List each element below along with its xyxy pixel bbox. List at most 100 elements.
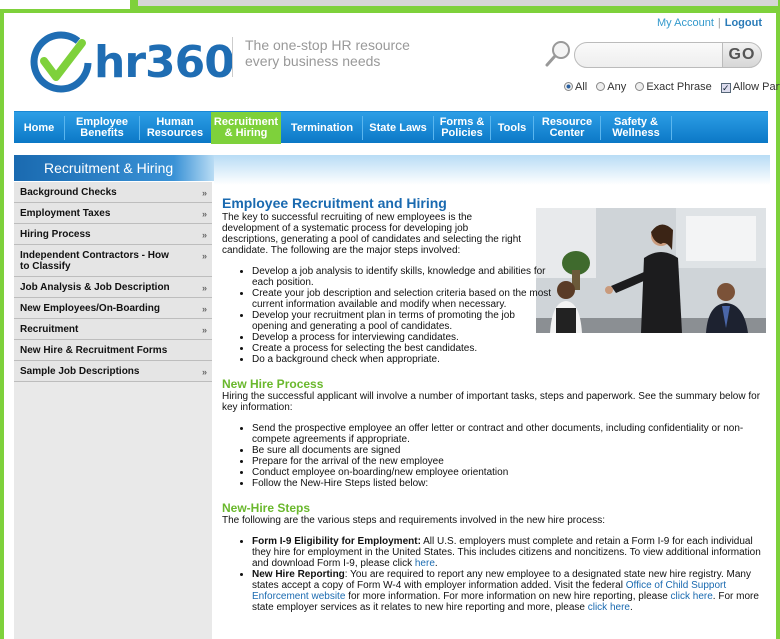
sidebar-item-job-analysis[interactable]: Job Analysis & Job Description » bbox=[14, 277, 212, 298]
chevron-right-icon: » bbox=[201, 367, 207, 377]
top-strip bbox=[130, 0, 780, 9]
main-content: Employee Recruitment and Hiring The key … bbox=[222, 195, 770, 613]
search-options: All Any Exact Phrase ✓Allow Partial bbox=[564, 81, 780, 93]
site-header: My Account | Logout hr360 The one-stop HR … bbox=[4, 13, 780, 113]
go-button[interactable]: GO bbox=[722, 42, 762, 68]
tagline: The one-stop HR resource every business … bbox=[232, 37, 442, 77]
form-i9-period: . bbox=[434, 558, 438, 569]
nav-state-laws[interactable]: State Laws bbox=[363, 112, 433, 144]
nav-resource-center[interactable]: Resource Center bbox=[534, 112, 600, 144]
chevron-right-icon: » bbox=[201, 230, 207, 240]
option-any[interactable]: Any bbox=[596, 81, 626, 93]
sidebar-item-background-checks[interactable]: Background Checks » bbox=[14, 182, 212, 203]
list-item: Develop your recruitment plan in terms o… bbox=[252, 310, 552, 332]
chevron-right-icon: » bbox=[201, 251, 207, 261]
option-any-label: Any bbox=[607, 81, 627, 93]
new-hire-process-heading: New Hire Process bbox=[222, 377, 324, 391]
list-item: Create a process for selecting the best … bbox=[252, 343, 552, 354]
nav-recruitment-hiring[interactable]: Recruitment & Hiring bbox=[211, 112, 281, 144]
nav-label-line2: & Hiring bbox=[224, 127, 268, 139]
option-exact[interactable]: Exact Phrase bbox=[635, 81, 712, 93]
sidebar-item-employment-taxes[interactable]: Employment Taxes » bbox=[14, 203, 212, 224]
new-hire-steps-list: Form I-9 Eligibility for Employment: All… bbox=[252, 536, 770, 613]
hr360-logo[interactable]: hr360 bbox=[26, 31, 235, 93]
chevron-right-icon: » bbox=[201, 325, 207, 335]
form-i9-title: Form I-9 Eligibility for Employment: bbox=[252, 536, 421, 547]
list-item-new-hire-reporting: New Hire Reporting: You are required to … bbox=[252, 569, 770, 613]
list-item: Develop a job analysis to identify skill… bbox=[252, 266, 552, 288]
search-input[interactable] bbox=[574, 42, 724, 68]
sidebar-item-label: Employment Taxes bbox=[20, 208, 111, 219]
top-links: My Account | Logout bbox=[657, 17, 762, 29]
sidebar-item-sample-job-descriptions[interactable]: Sample Job Descriptions » bbox=[14, 361, 212, 382]
radio-any[interactable] bbox=[596, 82, 606, 91]
sidebar-menu: Background Checks » Employment Taxes » Hir… bbox=[14, 182, 212, 382]
nav-safety-wellness[interactable]: Safety & Wellness bbox=[601, 112, 671, 144]
chevron-right-icon: » bbox=[201, 304, 207, 314]
sidebar-item-label: New Hire & Recruitment Forms bbox=[20, 345, 168, 356]
sidebar-item-recruitment[interactable]: Recruitment » bbox=[14, 319, 212, 340]
nav-label-line2: Resources bbox=[146, 127, 204, 139]
new-hire-list: Send the prospective employee an offer l… bbox=[252, 423, 770, 489]
sidebar-item-label: Job Analysis & Job Description bbox=[20, 282, 170, 293]
nav-termination-label: Termination bbox=[290, 121, 354, 134]
sidebar-item-new-employees[interactable]: New Employees/On-Boarding » bbox=[14, 298, 212, 319]
nav-employee-benefits[interactable]: Employee Benefits bbox=[65, 112, 139, 144]
chevron-right-icon: » bbox=[201, 209, 207, 219]
list-item: Conduct employee on-boarding/new employe… bbox=[252, 467, 770, 478]
nav-label-line2: Benefits bbox=[80, 127, 124, 139]
option-all-label: All bbox=[575, 81, 588, 93]
form-i9-here-link[interactable]: here bbox=[415, 558, 435, 569]
page-title: Employee Recruitment and Hiring bbox=[222, 195, 447, 211]
sidebar-background bbox=[14, 382, 212, 639]
sidebar-item-label: New Employees/On-Boarding bbox=[20, 303, 161, 314]
magnifier-icon bbox=[545, 41, 570, 67]
top-strip-inner bbox=[138, 0, 778, 6]
option-exact-label: Exact Phrase bbox=[646, 81, 712, 93]
nav-label-line2: Wellness bbox=[612, 127, 660, 139]
sidebar-title: Recruitment & Hiring bbox=[14, 155, 214, 181]
search-area: GO bbox=[544, 39, 764, 69]
state-services-click-here-link[interactable]: click here bbox=[588, 602, 630, 613]
nav-label-line2: Center bbox=[549, 127, 585, 139]
radio-all[interactable] bbox=[564, 82, 573, 91]
top-links-separator: | bbox=[717, 17, 721, 29]
nav-divider bbox=[671, 116, 672, 140]
sidebar-item-label: Background Checks bbox=[20, 187, 117, 198]
option-all[interactable]: All bbox=[564, 81, 587, 93]
sidebar-item-independent-contractors[interactable]: Independent Contractors - How to Classif… bbox=[14, 245, 212, 277]
sidebar-item-label: Independent Contractors - How to Classif… bbox=[20, 250, 169, 272]
nav-tools[interactable]: Tools bbox=[491, 112, 533, 144]
logo-check-icon bbox=[30, 31, 92, 93]
new-hire-reporting-title: New Hire Reporting bbox=[252, 569, 345, 580]
sidebar-item-new-hire-forms[interactable]: New Hire & Recruitment Forms bbox=[14, 340, 212, 361]
logout-link[interactable]: Logout bbox=[725, 17, 762, 29]
option-partial-label: Allow Partial bbox=[732, 81, 780, 93]
nav-termination[interactable]: Termination bbox=[282, 112, 362, 144]
nav-home[interactable]: Home bbox=[14, 112, 64, 144]
checkbox-partial[interactable]: ✓ bbox=[720, 83, 731, 93]
chevron-right-icon: » bbox=[201, 188, 207, 198]
main-nav: Home Employee Benefits Human Resources Rec… bbox=[14, 111, 768, 144]
nav-state-laws-label: State Laws bbox=[369, 121, 427, 134]
list-item: Follow the New-Hire Steps listed below: bbox=[252, 478, 770, 489]
logo-text: hr360 bbox=[94, 37, 235, 88]
nav-home-label: Home bbox=[23, 121, 55, 134]
list-item: Prepare for the arrival of the new emplo… bbox=[252, 456, 770, 467]
nav-forms-policies[interactable]: Forms & Policies bbox=[434, 112, 490, 144]
option-partial[interactable]: ✓Allow Partial bbox=[720, 81, 780, 93]
reporting-click-here-link[interactable]: click here bbox=[671, 591, 713, 602]
reporting-text-4: . bbox=[629, 602, 633, 613]
list-item: Do a background check when appropriate. bbox=[252, 354, 552, 365]
sidebar-item-label: Sample Job Descriptions bbox=[20, 366, 140, 377]
new-hire-steps-intro: The following are the various steps and … bbox=[222, 515, 605, 526]
radio-exact[interactable] bbox=[635, 82, 645, 91]
list-item: Develop a process for interviewing candi… bbox=[252, 332, 552, 343]
recruitment-steps-list: Develop a job analysis to identify skill… bbox=[252, 266, 552, 365]
intro-paragraph: The key to successful recruiting of new … bbox=[222, 212, 522, 256]
my-account-link[interactable]: My Account bbox=[657, 17, 714, 29]
content-header-band bbox=[214, 155, 770, 185]
list-item-form-i9: Form I-9 Eligibility for Employment: All… bbox=[252, 536, 770, 569]
nav-human-resources[interactable]: Human Resources bbox=[140, 112, 210, 144]
sidebar-item-hiring-process[interactable]: Hiring Process » bbox=[14, 224, 212, 245]
